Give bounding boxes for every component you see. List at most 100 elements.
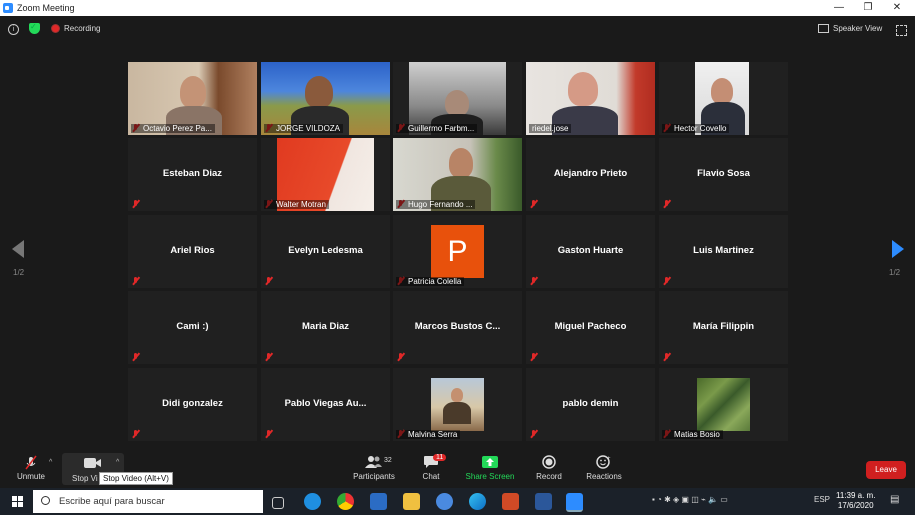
participant-tile[interactable]: Hugo Fernando ... <box>393 138 522 211</box>
participant-tile[interactable]: Octavio Perez Pa... <box>128 62 257 135</box>
previous-page-arrow-icon[interactable] <box>12 240 24 258</box>
muted-mic-icon <box>132 430 139 438</box>
participant-tile[interactable]: Hector Covello <box>659 62 788 135</box>
participant-name: Ariel Rios <box>170 245 215 256</box>
audio-options-chevron-icon[interactable]: ^ <box>49 459 52 466</box>
participant-tile[interactable]: Luis Martinez <box>659 215 788 288</box>
reactions-button[interactable]: + Reactions <box>584 455 624 481</box>
speaker-view-label: Speaker View <box>833 24 883 33</box>
speaker-view-button[interactable]: Speaker View <box>818 22 882 36</box>
participant-tile[interactable]: Matias Bosio <box>659 368 788 441</box>
participant-tile-active-speaker[interactable]: riedel.jose <box>526 62 655 135</box>
participant-tile[interactable]: Didi gonzalez <box>128 368 257 441</box>
participant-tile[interactable]: María Filippin <box>659 291 788 364</box>
file-explorer-icon[interactable] <box>403 493 420 510</box>
participant-name: pablo demin <box>562 398 619 409</box>
participant-name: JORGE VILDOZA <box>264 124 344 133</box>
restore-button[interactable]: ❐ <box>853 1 883 15</box>
share-screen-button[interactable]: Share Screen <box>462 455 518 481</box>
muted-mic-icon <box>132 200 139 208</box>
task-view-icon[interactable] <box>272 497 284 509</box>
close-button[interactable]: ✕ <box>882 1 912 15</box>
participant-name: Hector Covello <box>662 124 730 133</box>
video-options-chevron-icon[interactable]: ^ <box>116 459 119 466</box>
video-camera-icon <box>62 457 124 471</box>
page-indicator-right: 1/2 <box>889 268 901 277</box>
powerpoint-icon[interactable] <box>502 493 519 510</box>
chrome-icon[interactable] <box>337 493 354 510</box>
participant-tile[interactable]: Evelyn Ledesma <box>261 215 390 288</box>
muted-mic-icon <box>530 277 537 285</box>
notifications-icon[interactable]: ▤ <box>890 494 899 505</box>
participant-tile[interactable]: Walter Motran <box>261 138 390 211</box>
minimize-button[interactable]: — <box>824 1 854 15</box>
window-titlebar: Zoom Meeting — ❐ ✕ <box>0 0 915 16</box>
muted-microphone-icon <box>14 455 48 470</box>
zoom-app-icon <box>3 3 13 13</box>
recording-label: Recording <box>64 24 101 33</box>
participant-face <box>180 76 206 108</box>
participant-tile[interactable]: Alejandro Prieto <box>526 138 655 211</box>
windows-start-icon[interactable] <box>12 496 23 507</box>
system-tray-icons[interactable]: ▪ ◔ ✱ ◈ ▣ ◫ ⌁ 🔈 ▭ <box>652 495 728 504</box>
emoji-smile-icon: + <box>584 455 624 469</box>
chat-unread-badge: 11 <box>433 454 447 461</box>
participant-tile[interactable]: Cami :) <box>128 291 257 364</box>
participant-tile[interactable]: Ariel Rios <box>128 215 257 288</box>
participant-tile[interactable]: Guillermo Farbm... <box>393 62 522 135</box>
participant-tile[interactable]: Malvina Serra <box>393 368 522 441</box>
chrome-canary-icon[interactable] <box>436 493 453 510</box>
participants-label: Participants <box>353 472 395 481</box>
language-indicator[interactable]: ESP <box>814 495 830 504</box>
clock-date: 17/6/2020 <box>837 501 874 510</box>
participant-tile[interactable]: Maria Diaz <box>261 291 390 364</box>
participant-tile[interactable]: pablo demin <box>526 368 655 441</box>
muted-mic-icon <box>663 200 670 208</box>
fullscreen-icon[interactable] <box>896 25 907 36</box>
record-button[interactable]: Record <box>532 455 566 481</box>
participant-name: Luis Martinez <box>693 245 754 256</box>
participant-name: Patricia Colella <box>396 277 465 286</box>
muted-mic-icon <box>397 353 404 361</box>
participant-tile[interactable]: Marcos Bustos C... <box>393 291 522 364</box>
edge-legacy-icon[interactable] <box>304 493 321 510</box>
muted-mic-icon <box>132 277 139 285</box>
muted-mic-icon <box>530 200 537 208</box>
participants-count: 32 <box>384 457 392 464</box>
share-screen-label: Share Screen <box>465 472 515 481</box>
info-icon[interactable]: i <box>8 24 19 35</box>
taskbar-search-input[interactable]: Escribe aquí para buscar <box>33 490 263 513</box>
muted-mic-icon <box>530 430 537 438</box>
muted-mic-icon <box>265 353 272 361</box>
security-shield-icon[interactable] <box>29 22 40 34</box>
participant-name: Guillermo Farbm... <box>396 124 478 133</box>
search-placeholder: Escribe aquí para buscar <box>59 496 165 507</box>
word-icon[interactable] <box>535 493 552 510</box>
participant-tile[interactable]: Gaston Huarte <box>526 215 655 288</box>
participant-name: riedel.jose <box>529 124 572 133</box>
participant-tile[interactable]: Miguel Pacheco <box>526 291 655 364</box>
participant-name: Walter Motran <box>264 200 329 209</box>
participant-tile[interactable]: Flavio Sosa <box>659 138 788 211</box>
avatar: P <box>431 225 484 278</box>
participant-face <box>568 72 598 106</box>
svg-text:+: + <box>607 456 611 462</box>
edge-icon[interactable] <box>469 493 486 510</box>
participant-tile[interactable]: JORGE VILDOZA <box>261 62 390 135</box>
taskbar-clock[interactable]: 11:39 a. m. 17/6/2020 <box>836 491 875 511</box>
next-page-arrow-icon[interactable] <box>892 240 904 258</box>
record-label: Record <box>536 472 562 481</box>
participant-tile[interactable]: Pablo Viegas Au... <box>261 368 390 441</box>
participant-tile[interactable]: Esteban Diaz <box>128 138 257 211</box>
muted-mic-icon <box>530 353 537 361</box>
store-icon[interactable] <box>370 493 387 510</box>
muted-mic-icon <box>265 430 272 438</box>
zoom-taskbar-icon[interactable] <box>566 493 583 512</box>
unmute-label: Unmute <box>16 472 45 481</box>
participant-face <box>711 78 733 104</box>
clock-time: 11:39 a. m. <box>836 491 876 500</box>
participant-tile[interactable]: P Patricia Colella <box>393 215 522 288</box>
participant-face <box>449 148 473 178</box>
leave-meeting-button[interactable]: Leave <box>866 461 906 479</box>
unmute-button[interactable]: Unmute <box>14 455 48 481</box>
